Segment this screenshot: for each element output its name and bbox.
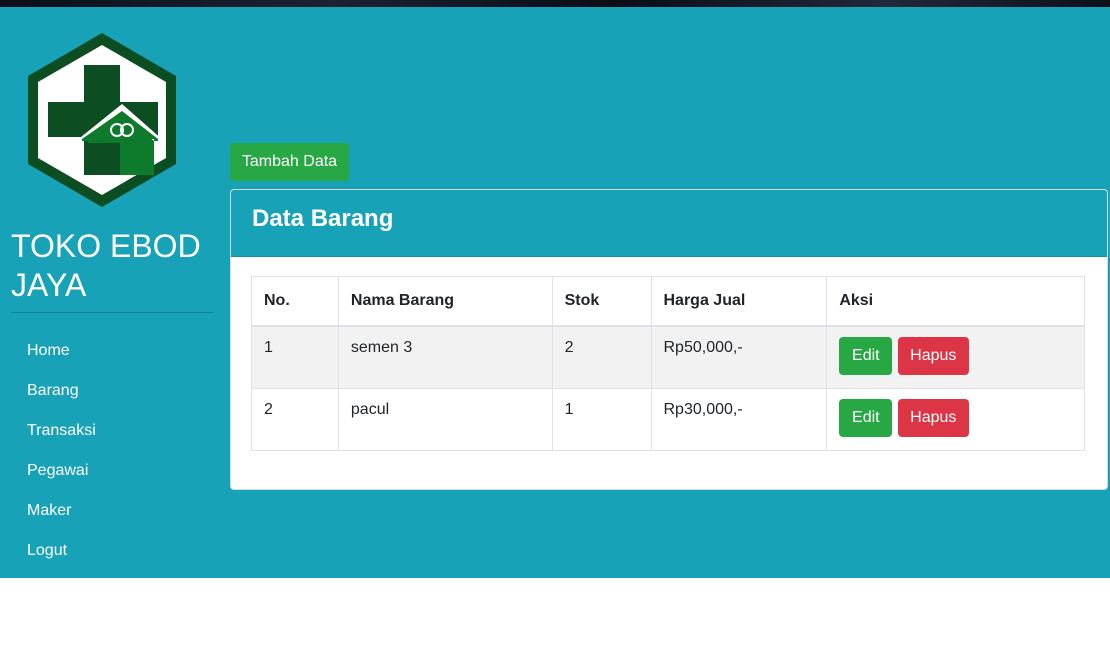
card-title: Data Barang bbox=[252, 205, 394, 232]
column-header-harga-jual: Harga Jual bbox=[650, 276, 828, 327]
sidebar: TOKO EBOD JAYA Home Barang Transaksi Peg… bbox=[0, 7, 226, 578]
column-header-no: No. bbox=[251, 276, 339, 327]
cell-nama-barang: semen 3 bbox=[337, 325, 553, 389]
sidebar-item-pegawai[interactable]: Pegawai bbox=[27, 451, 96, 491]
sidebar-item-home[interactable]: Home bbox=[27, 331, 96, 371]
cell-no: 2 bbox=[251, 387, 339, 451]
cell-aksi: Edit Hapus bbox=[826, 325, 1085, 389]
cell-harga-jual: Rp30,000,- bbox=[650, 387, 828, 451]
edit-button[interactable]: Edit bbox=[839, 398, 893, 437]
table-header-row: No. Nama Barang Stok Harga Jual Aksi bbox=[251, 276, 1085, 327]
brand-title: TOKO EBOD JAYA bbox=[11, 228, 201, 303]
sidebar-item-barang[interactable]: Barang bbox=[27, 371, 96, 411]
cell-stok: 2 bbox=[551, 325, 652, 389]
card-header: Data Barang bbox=[231, 190, 1107, 257]
column-header-aksi: Aksi bbox=[826, 276, 1085, 327]
cell-no: 1 bbox=[251, 325, 339, 389]
hapus-button[interactable]: Hapus bbox=[897, 398, 969, 437]
browser-top-strip bbox=[0, 0, 1110, 7]
cell-nama-barang: pacul bbox=[337, 387, 553, 451]
cell-harga-jual: Rp50,000,- bbox=[650, 325, 828, 389]
hapus-button[interactable]: Hapus bbox=[897, 337, 969, 375]
table-row: 1 semen 3 2 Rp50,000,- Edit Hapus bbox=[251, 325, 1085, 389]
sidebar-item-logout[interactable]: Logut bbox=[27, 531, 96, 571]
data-barang-card: Data Barang No. Nama Barang Stok Harga J… bbox=[230, 189, 1108, 490]
data-barang-table: No. Nama Barang Stok Harga Jual Aksi 1 s… bbox=[251, 276, 1085, 451]
tambah-data-button[interactable]: Tambah Data bbox=[230, 143, 349, 181]
column-header-stok: Stok bbox=[551, 276, 652, 327]
sidebar-item-maker[interactable]: Maker bbox=[27, 491, 96, 531]
table-row: 2 pacul 1 Rp30,000,- Edit Hapus bbox=[251, 387, 1085, 451]
column-header-nama-barang: Nama Barang bbox=[337, 276, 553, 327]
sidebar-divider bbox=[11, 312, 214, 313]
hexagon-cross-house-logo-icon bbox=[26, 31, 178, 209]
edit-button[interactable]: Edit bbox=[839, 337, 893, 375]
sidebar-nav: Home Barang Transaksi Pegawai Maker Logu… bbox=[27, 331, 96, 571]
sidebar-item-transaksi[interactable]: Transaksi bbox=[27, 411, 96, 451]
cell-aksi: Edit Hapus bbox=[826, 387, 1085, 451]
cell-stok: 1 bbox=[551, 387, 652, 451]
